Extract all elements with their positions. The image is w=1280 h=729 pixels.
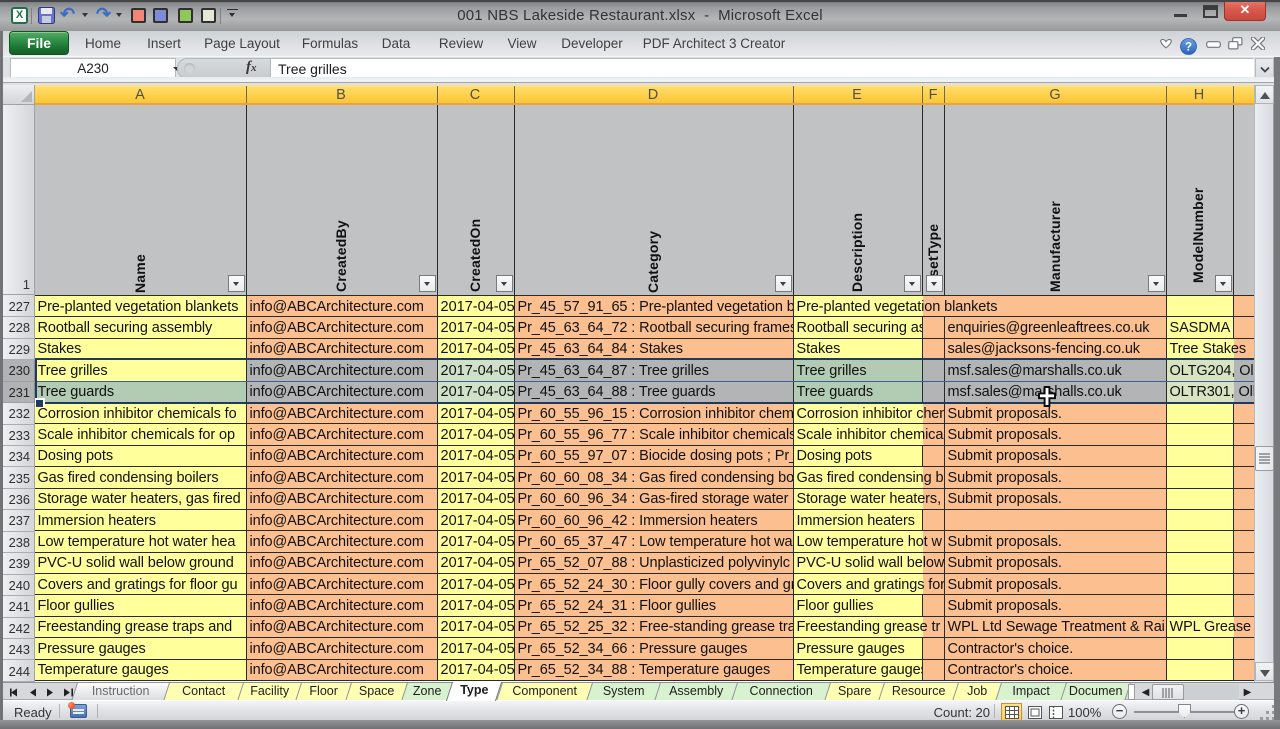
svg-text:?: ? — [1185, 42, 1192, 54]
